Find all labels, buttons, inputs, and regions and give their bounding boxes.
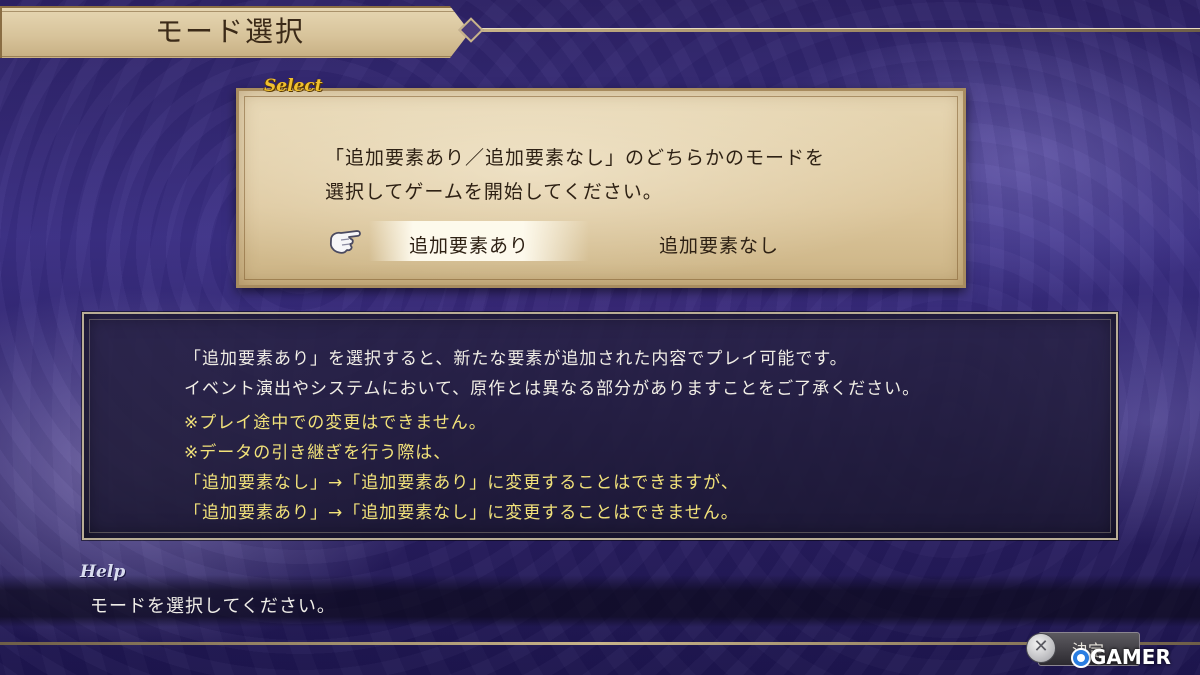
- instruction-line-1: 「追加要素あり／追加要素なし」のどちらかのモードを: [325, 147, 826, 169]
- title-divider: [470, 28, 1200, 32]
- help-tag: Help: [80, 562, 126, 582]
- info-line-6: 「追加要素あり」→「追加要素なし」に変更することはできません。: [184, 503, 739, 523]
- info-line-1: 「追加要素あり」を選択すると、新たな要素が追加された内容でプレイ可能です。: [184, 349, 848, 369]
- info-line-3: ※プレイ途中での変更はできません。: [184, 413, 487, 433]
- select-tag: Select: [264, 76, 323, 96]
- mode-select-panel: 「追加要素あり／追加要素なし」のどちらかのモードを 選択してゲームを開始してくだ…: [236, 88, 966, 288]
- info-panel: 「追加要素あり」を選択すると、新たな要素が追加された内容でプレイ可能です。 イベ…: [82, 312, 1118, 540]
- info-line-2: イベント演出やシステムにおいて、原作とは異なる部分がありますことをご了承ください…: [184, 379, 921, 399]
- info-line-4: ※データの引き継ぎを行う際は、: [184, 443, 452, 463]
- footer-divider: [0, 642, 1200, 645]
- page-title: モード選択: [155, 15, 306, 48]
- option-with-additions[interactable]: 追加要素あり: [409, 231, 529, 258]
- gamer-logo-icon: [1071, 648, 1091, 668]
- watermark: GAMER: [1090, 645, 1171, 669]
- cross-glyph: ✕: [1033, 636, 1049, 657]
- instruction-line-2: 選択してゲームを開始してください。: [325, 181, 663, 203]
- cross-button-icon[interactable]: ✕: [1026, 633, 1056, 663]
- help-text: モードを選択してください。: [90, 596, 336, 617]
- info-line-5: 「追加要素なし」→「追加要素あり」に変更することはできますが、: [184, 473, 739, 493]
- pointing-hand-icon: [329, 230, 361, 254]
- option-without-additions[interactable]: 追加要素なし: [659, 231, 779, 258]
